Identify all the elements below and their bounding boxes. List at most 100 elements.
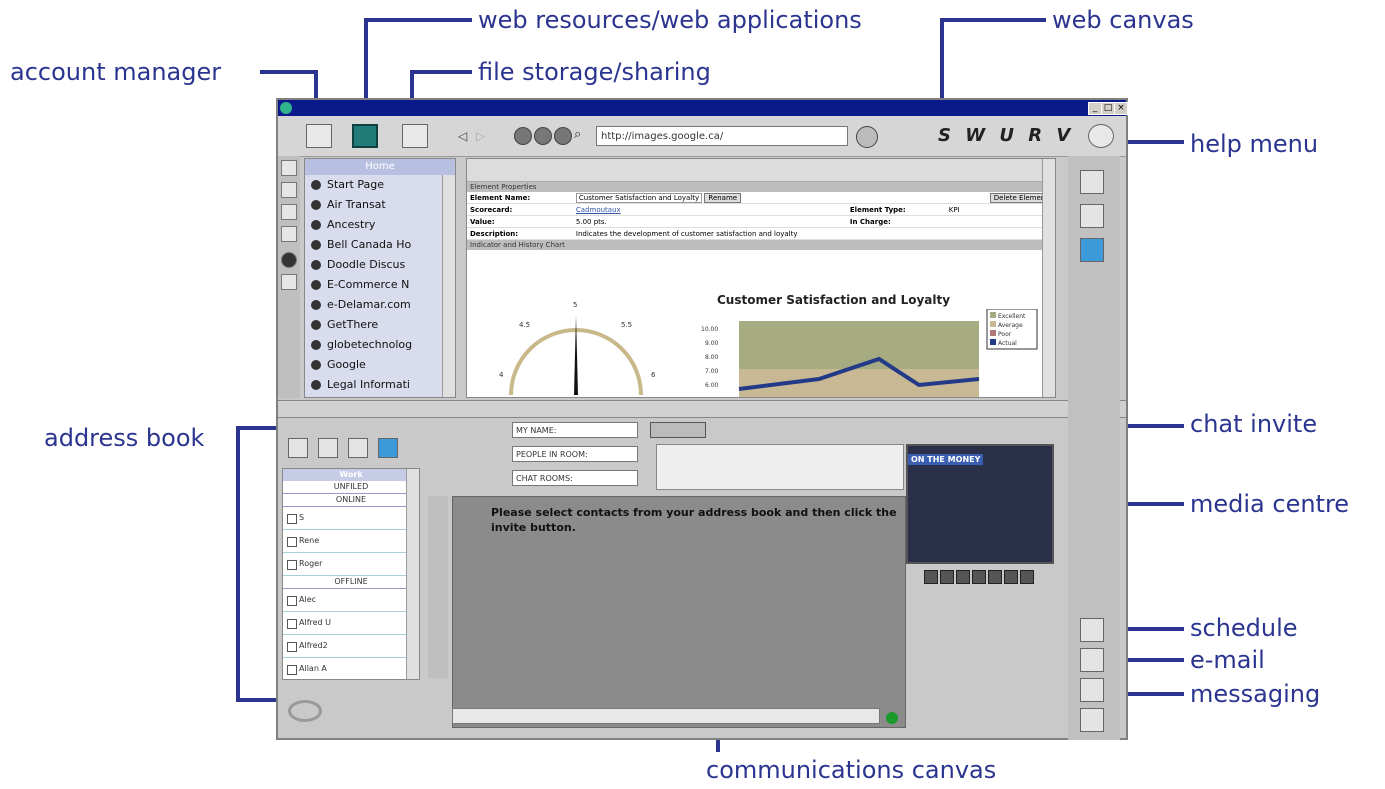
group-label[interactable]: OFFLINE [283,576,419,589]
address-book-scrollbar[interactable] [406,469,419,679]
asterisk-icon[interactable] [288,438,308,458]
forward-icon[interactable]: ▷ [476,129,485,143]
gauge-label: 4 [499,371,504,379]
contact-row[interactable]: Roger [283,553,419,576]
circle-icon[interactable] [318,438,338,458]
triangle-dock-icon[interactable] [1080,204,1104,228]
tool-icon-4[interactable] [281,226,297,242]
list-item[interactable]: Google [305,355,455,375]
canvas-toolbar [467,159,1055,182]
square-icon[interactable] [378,438,398,458]
help-menu-button[interactable] [1088,124,1114,148]
media-control-icon[interactable] [956,570,970,584]
schedule-icon[interactable] [1080,618,1104,642]
canvas-scrollbar[interactable] [1042,159,1055,397]
media-control-icon[interactable] [972,570,986,584]
gauge-needle [574,315,578,395]
globe-icon[interactable] [281,252,297,268]
media-centre[interactable]: ON THE MONEY [906,444,1054,564]
prop-value: KPI [945,203,1055,216]
triangle-icon[interactable] [348,438,368,458]
my-name-select[interactable]: MY NAME: [512,422,638,438]
refresh-icon[interactable] [514,127,532,145]
media-control-icon[interactable] [924,570,938,584]
notes-icon[interactable] [1080,708,1104,732]
panel-splitter[interactable] [278,400,1126,418]
list-item[interactable]: Start Page [305,175,455,195]
web-resources-button[interactable] [352,124,378,148]
back-icon[interactable]: ◁ [458,129,467,143]
square-dock-icon[interactable] [1080,238,1104,262]
prop-value [945,215,1055,228]
tool-icon-2[interactable] [281,182,297,198]
search-icon[interactable]: ⌕ [574,127,581,142]
chat-rooms-select[interactable]: CHAT ROOMS: [512,470,638,486]
list-item[interactable]: Bell Canada Ho [305,235,455,255]
url-field[interactable]: http://images.google.ca/ [596,126,848,146]
callout-web-resources: web resources/web applications [478,6,862,34]
go-icon[interactable] [856,126,878,148]
list-item[interactable]: globetechnolog [305,335,455,355]
leader-help-menu [1122,140,1184,144]
communications-canvas[interactable]: Please select contacts from your address… [452,496,906,728]
media-control-icon[interactable] [1004,570,1018,584]
contact-row[interactable]: Allan A [283,658,419,679]
email-icon[interactable] [1080,648,1104,672]
minimize-button[interactable]: _ [1088,102,1102,115]
contact-row[interactable]: Rene [283,530,419,553]
messaging-icon[interactable] [1080,678,1104,702]
prop-value: Indicates the development of customer sa… [572,227,1055,240]
group-label[interactable]: ONLINE [283,494,419,507]
clipboard-icon[interactable] [281,274,297,290]
group-label[interactable]: UNFILED [283,481,419,494]
prop-key: Element Type: [846,203,946,216]
tool-icon-1[interactable] [281,160,297,176]
contact-row[interactable]: Alfred U [283,612,419,635]
history-chart-title: Customer Satisfaction and Loyalty [717,293,951,307]
callout-address-book: address book [44,424,205,452]
leader-account-manager [260,70,318,74]
close-button[interactable]: × [1114,102,1128,115]
contact-row[interactable]: Alec [283,589,419,612]
list-item[interactable]: Doodle Discus [305,255,455,275]
web-resources-list: Home Start Page Air Transat Ancestry Bel… [304,158,456,398]
move-icon[interactable] [554,127,572,145]
tool-icon-3[interactable] [281,204,297,220]
media-control-icon[interactable] [940,570,954,584]
contact-row[interactable]: Alfred2 [283,635,419,658]
circle-dock-icon[interactable] [1080,170,1104,194]
message-input[interactable] [452,708,880,724]
prop-value: 5.00 pts. [572,215,847,228]
list-item[interactable]: Ancestry [305,215,455,235]
chart-tick: 10.00 [701,326,718,333]
account-manager-button[interactable] [306,124,332,148]
list-item[interactable]: Legal Informati [305,375,455,395]
people-in-room-select[interactable]: PEOPLE IN ROOM: [512,446,638,462]
chart-tick: 6.00 [705,382,719,389]
web-canvas[interactable]: Element Properties Element Name: Custome… [466,158,1056,398]
rename-button[interactable]: Rename [704,192,742,203]
prop-value[interactable]: Cadmoutaux [572,203,847,216]
list-item[interactable]: E-Commerce N [305,275,455,295]
media-control-icon[interactable] [988,570,1002,584]
invite-button[interactable] [650,422,706,438]
home-icon[interactable] [534,127,552,145]
invite-instruction: Please select contacts from your address… [491,506,897,534]
legend-swatch [990,330,996,336]
chart-tick: 9.00 [705,340,719,347]
bookmarks-scrollbar[interactable] [442,175,455,397]
contact-row[interactable]: S [283,507,419,530]
bookmarks-header: Home [305,159,455,175]
maximize-button[interactable]: □ [1101,102,1115,115]
element-name-field[interactable]: Customer Satisfaction and Loyalty [575,192,703,203]
list-item[interactable]: e-Delamar.com [305,295,455,315]
gauge-label: 6 [651,371,656,379]
file-storage-button[interactable] [402,124,428,148]
brand-letters: S W U R V [938,125,1075,146]
list-item[interactable]: GetThere [305,315,455,335]
legend-swatch [990,339,996,345]
media-control-icon[interactable] [1020,570,1034,584]
app-window: _ □ × ◁ ▷ ⌕ http://images.google.ca/ S W… [276,98,1128,740]
address-book: Work UNFILED ONLINE S Rene Roger OFFLINE… [282,468,420,680]
list-item[interactable]: Air Transat [305,195,455,215]
